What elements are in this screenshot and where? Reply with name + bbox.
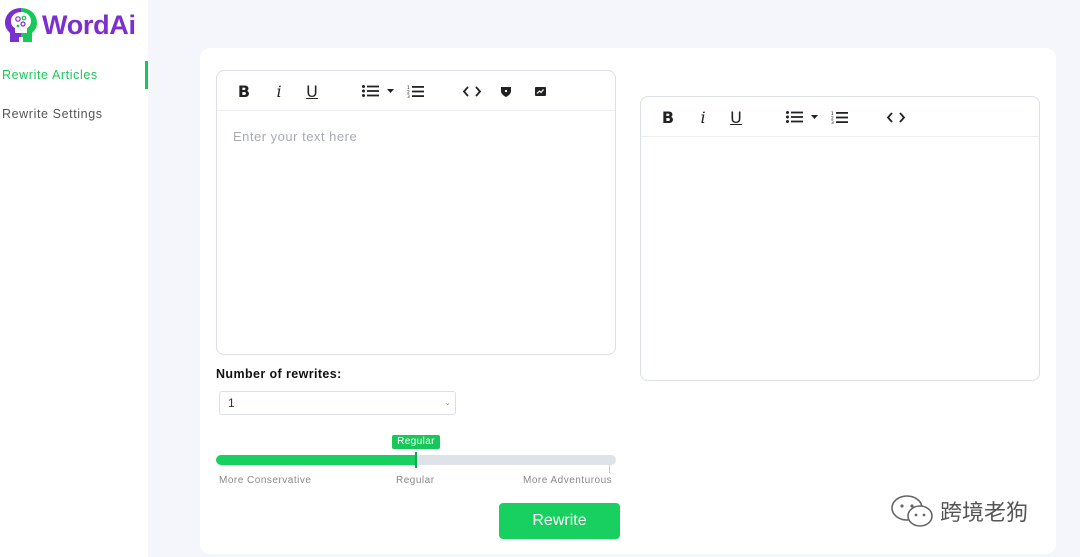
- underline-icon[interactable]: U: [729, 107, 743, 127]
- watermark-text: 跨境老狗: [940, 501, 1029, 526]
- text-input-placeholder[interactable]: Enter your text here: [233, 129, 357, 144]
- italic-icon[interactable]: i: [273, 81, 285, 101]
- svg-text:3: 3: [407, 94, 410, 98]
- shield-icon[interactable]: [500, 81, 512, 101]
- bold-icon[interactable]: B: [237, 81, 251, 101]
- slider-fill: [216, 455, 416, 465]
- svg-text:3: 3: [831, 120, 834, 124]
- italic-icon[interactable]: i: [697, 107, 709, 127]
- creativity-slider[interactable]: [216, 452, 616, 468]
- logo-text: WordAi: [42, 9, 136, 40]
- code-icon[interactable]: [886, 107, 906, 127]
- logo[interactable]: WordAi: [2, 6, 136, 44]
- numbered-list-icon[interactable]: 123: [830, 107, 848, 127]
- numbered-list-icon[interactable]: 123: [406, 81, 424, 101]
- bold-icon[interactable]: B: [661, 107, 675, 127]
- input-editor-toolbar: B i U 123: [217, 71, 615, 111]
- rewrites-select[interactable]: 1 ⌄: [219, 391, 456, 415]
- rewrite-button[interactable]: Rewrite: [499, 503, 620, 539]
- slider-value-tooltip: Regular: [392, 435, 440, 449]
- slider-label-conservative: More Conservative: [219, 475, 312, 486]
- slider-label-adventurous: More Adventurous: [523, 475, 613, 486]
- underline-icon[interactable]: U: [305, 81, 319, 101]
- sidebar-item-rewrite-articles[interactable]: Rewrite Articles: [0, 61, 148, 89]
- watermark: 跨境老狗: [890, 494, 1028, 528]
- chevron-down-icon: ⌄: [444, 398, 451, 407]
- wechat-icon: [891, 495, 933, 527]
- sidebar-item-rewrite-settings[interactable]: Rewrite Settings: [0, 100, 148, 128]
- sidebar: WordAi Rewrite Articles Rewrite Settings: [0, 0, 148, 557]
- dropdown-caret-icon[interactable]: [810, 107, 818, 127]
- logo-mark-icon: [5, 8, 37, 42]
- dropdown-caret-icon[interactable]: [386, 81, 394, 101]
- slider-end-tick: [609, 465, 610, 473]
- slider-thumb[interactable]: [415, 452, 417, 468]
- output-editor-toolbar: B i U 123: [641, 97, 1039, 137]
- bullet-list-icon[interactable]: [785, 107, 803, 127]
- rewrites-selected-value: 1: [228, 396, 235, 410]
- code-icon[interactable]: [462, 81, 482, 101]
- rewrites-label: Number of rewrites:: [216, 367, 342, 381]
- output-editor: B i U 123: [640, 96, 1040, 381]
- image-icon[interactable]: [534, 81, 546, 101]
- slider-label-regular: Regular: [396, 475, 435, 486]
- bullet-list-icon[interactable]: [361, 81, 379, 101]
- output-text-area[interactable]: [641, 138, 1039, 380]
- input-editor: B i U 123 Enter your text here: [216, 70, 616, 355]
